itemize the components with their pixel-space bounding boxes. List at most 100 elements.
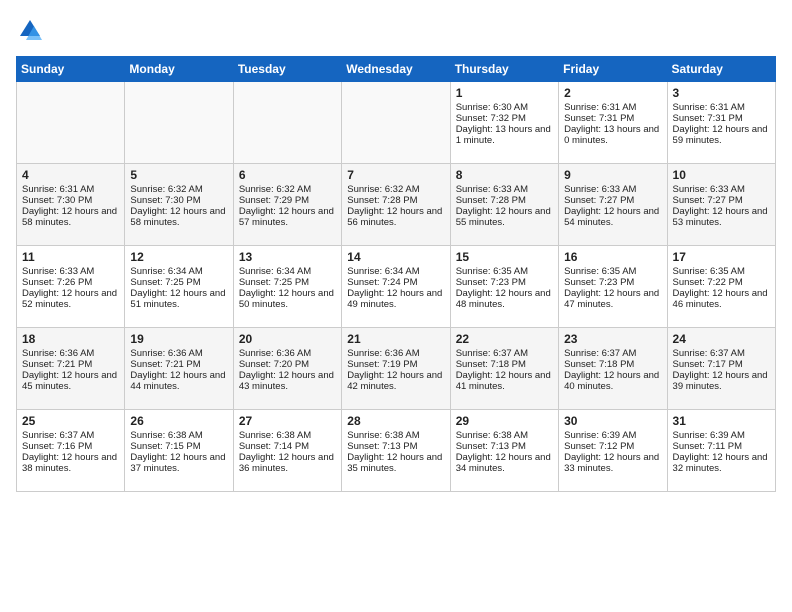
sunset-text: Sunset: 7:13 PM	[456, 441, 526, 452]
calendar-cell: 5Sunrise: 6:32 AMSunset: 7:30 PMDaylight…	[125, 164, 233, 246]
calendar-cell	[17, 82, 125, 164]
page-header	[16, 16, 776, 44]
day-number: 30	[564, 414, 661, 428]
calendar-cell	[342, 82, 450, 164]
daylight-text: Daylight: 12 hours and 40 minutes.	[564, 370, 659, 392]
day-number: 25	[22, 414, 119, 428]
day-number: 2	[564, 86, 661, 100]
daylight-text: Daylight: 12 hours and 35 minutes.	[347, 452, 442, 474]
sunset-text: Sunset: 7:12 PM	[564, 441, 634, 452]
sunset-text: Sunset: 7:24 PM	[347, 277, 417, 288]
week-row-4: 18Sunrise: 6:36 AMSunset: 7:21 PMDayligh…	[17, 328, 776, 410]
sunset-text: Sunset: 7:26 PM	[22, 277, 92, 288]
header-day-sunday: Sunday	[17, 57, 125, 82]
daylight-text: Daylight: 12 hours and 34 minutes.	[456, 452, 551, 474]
daylight-text: Daylight: 12 hours and 50 minutes.	[239, 288, 334, 310]
daylight-text: Daylight: 12 hours and 58 minutes.	[22, 206, 117, 228]
sunrise-text: Sunrise: 6:31 AM	[673, 102, 745, 113]
daylight-text: Daylight: 12 hours and 51 minutes.	[130, 288, 225, 310]
sunset-text: Sunset: 7:25 PM	[130, 277, 200, 288]
calendar-body: 1Sunrise: 6:30 AMSunset: 7:32 PMDaylight…	[17, 82, 776, 492]
sunset-text: Sunset: 7:13 PM	[347, 441, 417, 452]
calendar-cell: 22 Sunrise: 6:37 AMSunset: 7:18 PMDayligh…	[450, 328, 558, 410]
calendar-cell: 14Sunrise: 6:34 AMSunset: 7:24 PMDayligh…	[342, 246, 450, 328]
day-number: 13	[239, 250, 336, 264]
daylight-text: Daylight: 12 hours and 43 minutes.	[239, 370, 334, 392]
header-day-friday: Friday	[559, 57, 667, 82]
calendar-cell: 24Sunrise: 6:37 AMSunset: 7:17 PMDayligh…	[667, 328, 775, 410]
calendar-cell: 15Sunrise: 6:35 AMSunset: 7:23 PMDayligh…	[450, 246, 558, 328]
daylight-text: Daylight: 12 hours and 58 minutes.	[130, 206, 225, 228]
day-number: 14	[347, 250, 444, 264]
calendar-cell: 18Sunrise: 6:36 AMSunset: 7:21 PMDayligh…	[17, 328, 125, 410]
sunrise-text: Sunrise: 6:34 AM	[239, 266, 311, 277]
sunrise-text: Sunrise: 6:34 AM	[130, 266, 202, 277]
sunrise-text: Sunrise: 6:35 AM	[456, 266, 528, 277]
sunset-text: Sunset: 7:22 PM	[673, 277, 743, 288]
daylight-text: Daylight: 13 hours and 0 minutes.	[564, 124, 659, 146]
sunrise-text: Sunrise: 6:32 AM	[130, 184, 202, 195]
calendar-header: SundayMondayTuesdayWednesdayThursdayFrid…	[17, 57, 776, 82]
day-number: 31	[673, 414, 770, 428]
day-number: 20	[239, 332, 336, 346]
calendar-cell: 26Sunrise: 6:38 AMSunset: 7:15 PMDayligh…	[125, 410, 233, 492]
day-number: 11	[22, 250, 119, 264]
daylight-text: Daylight: 12 hours and 33 minutes.	[564, 452, 659, 474]
day-number: 8	[456, 168, 553, 182]
calendar-cell: 30 Sunrise: 6:39 AMSunset: 7:12 PMDayligh…	[559, 410, 667, 492]
sunrise-text: Sunrise: 6:32 AM	[347, 184, 419, 195]
sunset-text: Sunset: 7:20 PM	[239, 359, 309, 370]
daylight-text: Daylight: 12 hours and 59 minutes.	[673, 124, 768, 146]
sunset-text: Sunset: 7:15 PM	[130, 441, 200, 452]
calendar-cell: 13 Sunrise: 6:34 AMSunset: 7:25 PMDayligh…	[233, 246, 341, 328]
sunrise-text: Sunrise: 6:39 AM	[564, 430, 636, 441]
week-row-3: 11 Sunrise: 6:33 AMSunset: 7:26 PM Dayligh…	[17, 246, 776, 328]
calendar-cell: 8Sunrise: 6:33 AMSunset: 7:28 PMDaylight…	[450, 164, 558, 246]
calendar-cell: 3Sunrise: 6:31 AMSunset: 7:31 PMDaylight…	[667, 82, 775, 164]
sunrise-text: Sunrise: 6:33 AM	[564, 184, 636, 195]
sunrise-text: Sunrise: 6:35 AM	[673, 266, 745, 277]
day-number: 3	[673, 86, 770, 100]
header-day-saturday: Saturday	[667, 57, 775, 82]
sunrise-text: Sunrise: 6:38 AM	[347, 430, 419, 441]
sunrise-text: Sunrise: 6:38 AM	[456, 430, 528, 441]
calendar-cell: 9Sunrise: 6:33 AMSunset: 7:27 PMDaylight…	[559, 164, 667, 246]
sunset-text: Sunset: 7:25 PM	[239, 277, 309, 288]
sunset-text: Sunset: 7:30 PM	[130, 195, 200, 206]
day-number: 16	[564, 250, 661, 264]
day-number: 27	[239, 414, 336, 428]
daylight-text: Daylight: 12 hours and 45 minutes.	[22, 370, 117, 392]
sunrise-text: Sunrise: 6:35 AM	[564, 266, 636, 277]
calendar-cell: 16Sunrise: 6:35 AMSunset: 7:23 PMDayligh…	[559, 246, 667, 328]
calendar-cell: 7Sunrise: 6:32 AMSunset: 7:28 PMDaylight…	[342, 164, 450, 246]
calendar-cell: 17Sunrise: 6:35 AMSunset: 7:22 PMDayligh…	[667, 246, 775, 328]
sunrise-text: Sunrise: 6:32 AM	[239, 184, 311, 195]
header-row: SundayMondayTuesdayWednesdayThursdayFrid…	[17, 57, 776, 82]
day-number: 4	[22, 168, 119, 182]
sunset-text: Sunset: 7:30 PM	[22, 195, 92, 206]
daylight-text: Daylight: 12 hours and 32 minutes.	[673, 452, 768, 474]
sunrise-text: Sunrise: 6:33 AM	[22, 266, 94, 277]
calendar-cell: 2Sunrise: 6:31 AMSunset: 7:31 PMDaylight…	[559, 82, 667, 164]
day-number: 29	[456, 414, 553, 428]
day-number: 22	[456, 332, 553, 346]
calendar-cell	[233, 82, 341, 164]
sunset-text: Sunset: 7:18 PM	[456, 359, 526, 370]
daylight-text: Daylight: 12 hours and 38 minutes.	[22, 452, 117, 474]
day-number: 26	[130, 414, 227, 428]
sunrise-text: Sunrise: 6:37 AM	[456, 348, 528, 359]
daylight-text: Daylight: 12 hours and 44 minutes.	[130, 370, 225, 392]
daylight-text: Daylight: 12 hours and 36 minutes.	[239, 452, 334, 474]
week-row-2: 4Sunrise: 6:31 AMSunset: 7:30 PMDaylight…	[17, 164, 776, 246]
sunset-text: Sunset: 7:21 PM	[22, 359, 92, 370]
day-number: 1	[456, 86, 553, 100]
day-number: 28	[347, 414, 444, 428]
sunset-text: Sunset: 7:16 PM	[22, 441, 92, 452]
daylight-text: Daylight: 12 hours and 54 minutes.	[564, 206, 659, 228]
sunset-text: Sunset: 7:19 PM	[347, 359, 417, 370]
week-row-5: 25Sunrise: 6:37 AMSunset: 7:16 PMDayligh…	[17, 410, 776, 492]
sunset-text: Sunset: 7:23 PM	[456, 277, 526, 288]
daylight-text: Daylight: 12 hours and 48 minutes.	[456, 288, 551, 310]
day-number: 18	[22, 332, 119, 346]
daylight-text: Daylight: 12 hours and 41 minutes.	[456, 370, 551, 392]
